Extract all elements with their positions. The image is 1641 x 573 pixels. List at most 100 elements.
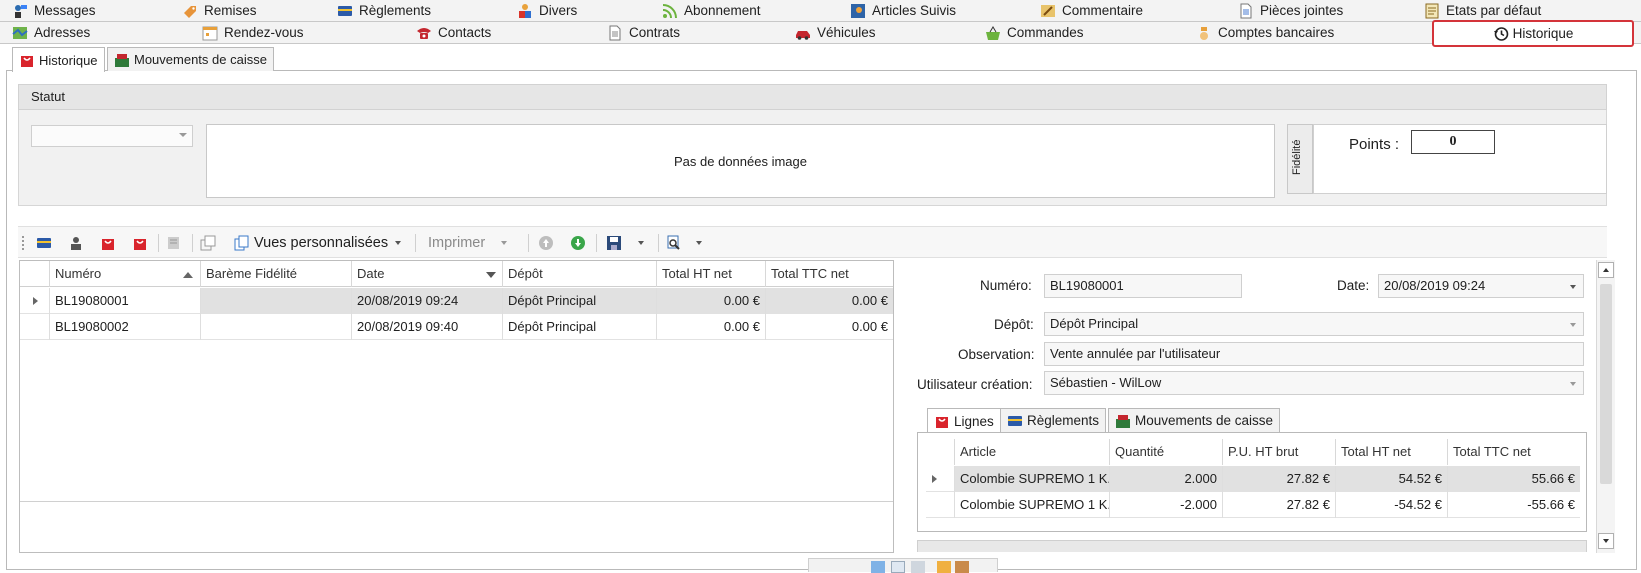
reglement-button[interactable] (36, 232, 52, 254)
tab-divers[interactable]: Divers (517, 0, 577, 22)
tab-contacts[interactable]: Contacts (416, 22, 491, 44)
depot-label: Dépôt: (994, 317, 1034, 332)
save-button[interactable] (606, 232, 644, 254)
tab-label: Pièces jointes (1260, 3, 1344, 18)
tab-articles-suivis[interactable]: Articles Suivis (850, 0, 956, 22)
tab-contrats[interactable]: Contrats (607, 22, 680, 44)
table-row[interactable]: BL19080001 20/08/2019 09:24 Dépôt Princi… (20, 288, 893, 314)
tab-mouvements-de-caisse-detail[interactable]: Mouvements de caisse (1108, 408, 1281, 432)
chevron-down-icon[interactable] (1570, 285, 1576, 289)
utilisateur-creation-field[interactable]: Sébastien - WilLow (1044, 371, 1584, 395)
layout-icon[interactable] (911, 561, 925, 573)
col-total-ht[interactable]: Total HT net (656, 261, 765, 287)
col-pu-ht-brut[interactable]: P.U. HT brut (1222, 439, 1335, 465)
table-row[interactable]: Colombie SUPREMO 1 K... 2.000 27.82 € 54… (926, 466, 1580, 492)
save-icon (606, 235, 622, 251)
tab-adresses[interactable]: Adresses (12, 22, 90, 44)
numero-field[interactable]: BL19080001 (1044, 274, 1242, 298)
col-bareme-fidelite[interactable]: Barème Fidélité (200, 261, 351, 287)
tab-messages[interactable]: Messages (12, 0, 96, 22)
vente-button[interactable] (100, 232, 116, 254)
chevron-down-icon[interactable] (1570, 323, 1576, 327)
scroll-down-button[interactable] (1598, 533, 1614, 549)
cell-numero: BL19080002 (49, 314, 200, 340)
filter-dropdown-icon[interactable] (486, 272, 496, 278)
date-field[interactable]: 20/08/2019 09:24 (1378, 274, 1584, 298)
imprimer-button[interactable]: Imprimer (428, 232, 508, 254)
collapsed-group-header[interactable] (917, 540, 1587, 552)
detail-scrollbar[interactable] (1596, 260, 1615, 553)
col-label: Barème Fidélité (206, 266, 298, 281)
layout-icon[interactable] (871, 561, 885, 573)
edit-button[interactable] (166, 232, 182, 254)
cell-pu: 27.82 € (1222, 466, 1335, 492)
tab-row-2: Adresses Rendez-vous Contacts Contrats V… (0, 22, 1641, 44)
tab-commandes[interactable]: Commandes (985, 22, 1084, 44)
tab-rendez-vous[interactable]: Rendez-vous (202, 22, 304, 44)
box-icon[interactable] (955, 561, 969, 573)
col-total-ttc[interactable]: Total TTC net (765, 261, 893, 287)
fidelite-tab[interactable]: Fidélité (1287, 124, 1313, 194)
folder-icon[interactable] (937, 561, 951, 573)
col-depot[interactable]: Dépôt (502, 261, 656, 287)
col-quantite[interactable]: Quantité (1109, 439, 1222, 465)
col-article[interactable]: Article (954, 439, 1109, 465)
observation-label: Observation: (958, 347, 1035, 362)
observation-field[interactable]: Vente annulée par l'utilisateur (1044, 342, 1584, 366)
tab-reglements-detail[interactable]: Règlements (1000, 408, 1107, 432)
copy-button[interactable] (200, 232, 216, 254)
tab-vehicules[interactable]: Véhicules (795, 22, 876, 44)
scroll-up-button[interactable] (1598, 262, 1614, 278)
row-indicator (20, 314, 49, 340)
current-row-icon (932, 475, 937, 483)
col-total-ttc-net[interactable]: Total TTC net (1447, 439, 1580, 465)
tab-lignes[interactable]: Lignes (927, 408, 1001, 433)
table-row[interactable]: Colombie SUPREMO 1 K... -2.000 27.82 € -… (926, 492, 1580, 518)
tab-label: Remises (204, 3, 257, 18)
tab-label: Lignes (954, 413, 994, 429)
scroll-thumb[interactable] (1600, 284, 1612, 484)
image-box[interactable]: Pas de données image (206, 124, 1275, 198)
col-label: Quantité (1115, 444, 1165, 459)
tab-reglements[interactable]: Règlements (337, 0, 431, 22)
subtab-mouvements-de-caisse[interactable]: Mouvements de caisse (107, 47, 274, 71)
tab-pieces-jointes[interactable]: Pièces jointes (1238, 0, 1343, 22)
utilisateur-value: Sébastien - WilLow (1050, 375, 1162, 390)
toolbar-grip[interactable] (22, 236, 24, 250)
tab-historique[interactable]: Historique (1432, 20, 1634, 47)
chevron-down-icon (501, 241, 508, 245)
arrow-down-circle-icon (570, 235, 586, 251)
up-button[interactable] (538, 232, 554, 254)
chevron-down-icon[interactable] (1570, 382, 1576, 386)
cell-total-ttc: 55.66 € (1447, 466, 1580, 492)
col-label: P.U. HT brut (1228, 444, 1299, 459)
vente-2-button[interactable] (132, 232, 148, 254)
cell-total-ht: 0.00 € (656, 288, 765, 314)
down-button[interactable] (570, 232, 586, 254)
tab-abonnement[interactable]: Abonnement (662, 0, 761, 22)
cell-total-ttc: -55.66 € (1447, 492, 1580, 518)
tab-comptes-bancaires[interactable]: Comptes bancaires (1196, 22, 1334, 44)
sort-asc-icon (183, 272, 193, 278)
bank-icon (1196, 25, 1212, 41)
cell-numero: BL19080001 (49, 288, 200, 314)
col-total-ht-net[interactable]: Total HT net (1335, 439, 1447, 465)
vues-personnalisees-button[interactable]: Vues personnalisées (234, 232, 402, 254)
layout-icon[interactable] (891, 561, 905, 573)
statut-combo[interactable] (31, 125, 193, 147)
toolbar-separator (596, 234, 597, 252)
tab-etats-par-defaut[interactable]: Etats par défaut (1424, 0, 1541, 22)
table-row[interactable]: BL19080002 20/08/2019 09:40 Dépôt Princi… (20, 314, 893, 340)
col-date[interactable]: Date (351, 261, 502, 287)
subtab-historique[interactable]: Historique (12, 47, 105, 72)
search-button[interactable] (666, 232, 702, 254)
numero-label: Numéro: (980, 278, 1032, 293)
tab-remises[interactable]: Remises (182, 0, 257, 22)
col-numero[interactable]: Numéro (49, 261, 200, 287)
depot-field[interactable]: Dépôt Principal (1044, 312, 1584, 336)
toolbar-separator (192, 234, 193, 252)
client-button[interactable] (68, 232, 84, 254)
lignes-grid: Article Quantité P.U. HT brut Total HT n… (917, 432, 1587, 532)
tab-label: Comptes bancaires (1218, 25, 1335, 40)
tab-commentaire[interactable]: Commentaire (1040, 0, 1143, 22)
